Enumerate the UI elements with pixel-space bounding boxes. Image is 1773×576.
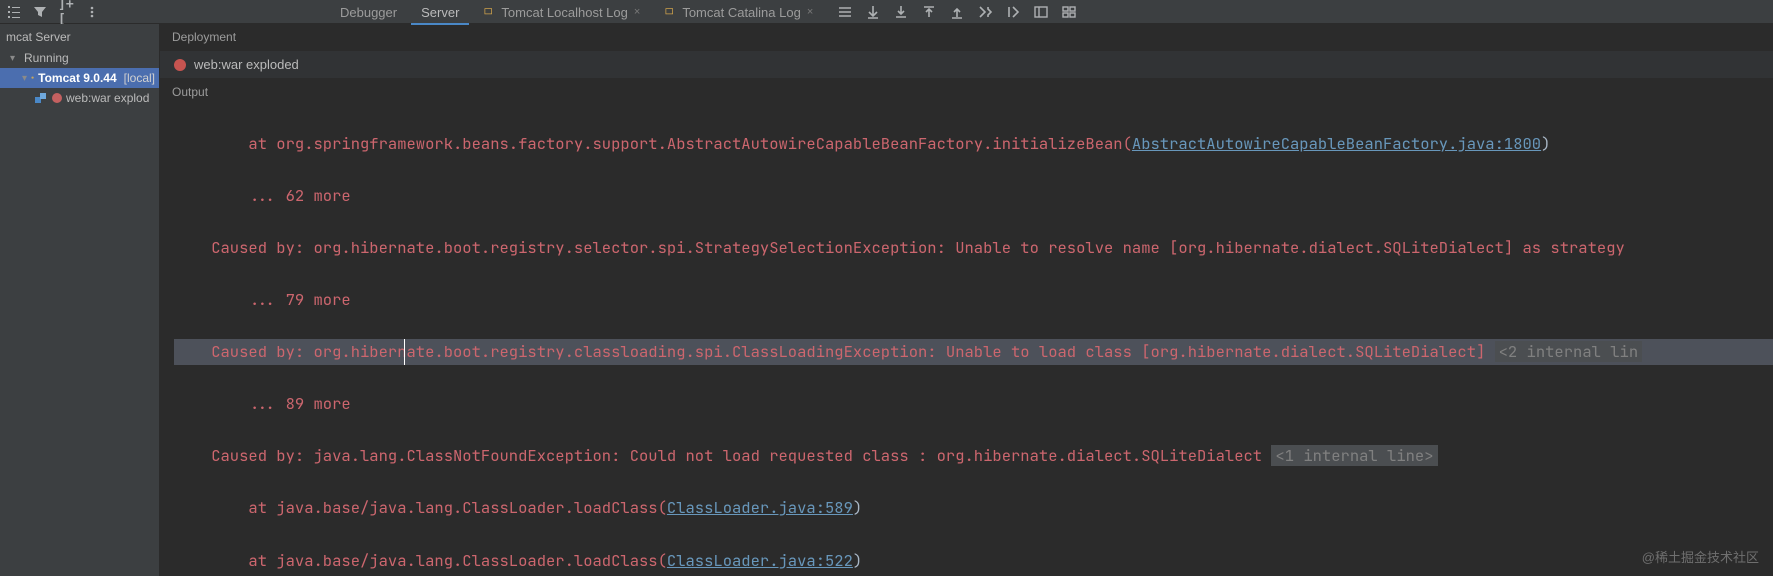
tomcat-icon: [31, 71, 34, 85]
log-text: ): [853, 550, 862, 571]
console-output[interactable]: at org.springframework.beans.factory.sup…: [160, 105, 1773, 576]
settings-icon[interactable]: [1061, 4, 1077, 20]
main-pane: mcat Server ▾ Running ▾ Tomcat 9.0.44 [l…: [0, 24, 1773, 576]
error-status-icon: [52, 93, 62, 103]
tree-label: web:war explod: [66, 91, 149, 105]
toolbar-action-icons: [837, 4, 1077, 20]
log-line: ... 62 more: [174, 185, 351, 206]
tab-tomcat-catalina[interactable]: Tomcat Catalina Log ×: [654, 0, 823, 24]
step-icon[interactable]: [1005, 4, 1021, 20]
sidebar: mcat Server ▾ Running ▾ Tomcat 9.0.44 [l…: [0, 24, 160, 576]
tree-label: Tomcat 9.0.44: [38, 71, 116, 85]
log-line: at org.springframework.beans.factory.sup…: [174, 133, 1132, 154]
artifact-icon: [34, 91, 48, 105]
source-link[interactable]: ClassLoader.java:589: [667, 497, 853, 518]
close-icon[interactable]: ×: [634, 6, 640, 18]
source-link[interactable]: AbstractAutowireCapableBeanFactory.java:…: [1132, 133, 1541, 154]
toggle-tree-icon[interactable]: [977, 4, 993, 20]
log-line: at java.base/java.lang.ClassLoader.loadC…: [174, 497, 667, 518]
tab-label: Debugger: [340, 5, 397, 20]
source-link[interactable]: ClassLoader.java:522: [667, 550, 853, 571]
log-line: ... 79 more: [174, 289, 351, 310]
tree-running[interactable]: ▾ Running: [0, 48, 159, 68]
tab-debugger[interactable]: Debugger: [330, 0, 407, 24]
tab-tomcat-localhost[interactable]: Tomcat Localhost Log ×: [473, 0, 650, 24]
download-icon[interactable]: [893, 4, 909, 20]
top-toolbar: ]+[ Debugger Server Tomcat Localhost Log…: [0, 0, 1773, 24]
tree-tomcat-node[interactable]: ▾ Tomcat 9.0.44 [local]: [0, 68, 159, 88]
expand-all-icon[interactable]: ]+[: [58, 4, 74, 20]
upload-icon-1[interactable]: [921, 4, 937, 20]
upload-icon-2[interactable]: [949, 4, 965, 20]
deployment-header: Deployment: [160, 24, 1773, 50]
tree-suffix: [local]: [124, 71, 155, 85]
soft-wrap-icon[interactable]: [837, 4, 853, 20]
log-line: Caused by: org.hibernate.boot.registry.s…: [174, 237, 1625, 258]
log-line: at java.base/java.lang.ClassLoader.loadC…: [174, 550, 667, 571]
close-icon[interactable]: ×: [807, 6, 813, 18]
content-pane: Deployment web:war exploded Output at or…: [160, 24, 1773, 576]
scroll-to-end-icon[interactable]: [865, 4, 881, 20]
tree-artifact-node[interactable]: web:war explod: [0, 88, 159, 108]
deployment-row[interactable]: web:war exploded: [160, 50, 1773, 79]
tab-label: Tomcat Catalina Log: [682, 5, 801, 20]
internal-lines-badge[interactable]: <1 internal line>: [1271, 445, 1437, 466]
output-header: Output: [160, 79, 1773, 105]
tree-label: Running: [24, 51, 69, 65]
tomcat-icon: [664, 6, 676, 18]
artifact-label: web:war exploded: [194, 57, 299, 72]
sidebar-header: mcat Server: [0, 24, 159, 48]
tab-label: Server: [421, 5, 459, 20]
error-status-icon: [174, 59, 186, 71]
log-line: ... 89 more: [174, 393, 351, 414]
tomcat-icon: [483, 6, 495, 18]
more-icon[interactable]: [84, 4, 100, 20]
tab-server[interactable]: Server: [411, 0, 469, 24]
log-text: ): [1541, 133, 1550, 154]
log-text: ): [853, 497, 862, 518]
tab-label: Tomcat Localhost Log: [501, 5, 627, 20]
tree-icon[interactable]: [6, 4, 22, 20]
log-line: Caused by: java.lang.ClassNotFoundExcept…: [174, 445, 1262, 466]
tabs-row: Debugger Server Tomcat Localhost Log × T…: [330, 0, 1077, 24]
filter-icon[interactable]: [32, 4, 48, 20]
chevron-down-icon: ▾: [10, 53, 20, 64]
output-area[interactable]: at org.springframework.beans.factory.sup…: [160, 105, 1773, 576]
chevron-down-icon: ▾: [22, 73, 27, 84]
log-line: Caused by: org.hibernate.boot.registry.c…: [174, 341, 1485, 362]
internal-lines-badge[interactable]: <2 internal lin: [1495, 341, 1643, 362]
layout-icon[interactable]: [1033, 4, 1049, 20]
